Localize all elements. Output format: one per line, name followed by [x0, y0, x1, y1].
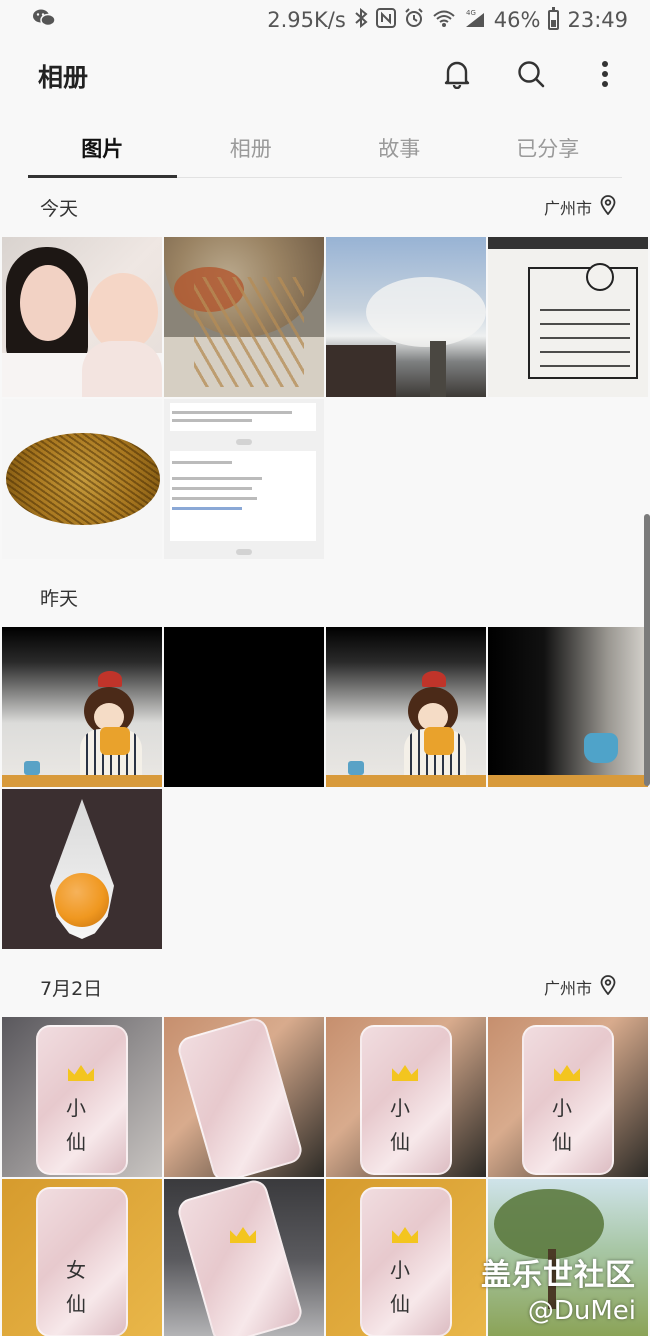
photo-thumbnail[interactable]: [2, 399, 162, 559]
svg-text:4G: 4G: [466, 9, 476, 17]
more-vert-icon: [601, 60, 609, 92]
photo-thumbnail[interactable]: 小仙: [488, 1017, 648, 1177]
location-pin-icon: [600, 195, 616, 219]
case-text: 仙: [552, 1130, 572, 1154]
location-label: 广州市: [543, 979, 592, 998]
wifi-icon: [432, 8, 456, 33]
watermark: 盖乐世社区 @DuMei: [481, 1250, 636, 1326]
case-text: 小: [66, 1096, 86, 1120]
battery-icon: [548, 7, 560, 30]
status-bar: 2.95K/s 4G 46% 23:49: [0, 0, 650, 40]
section-header-yesterday: 昨天: [0, 572, 650, 622]
case-text: 小: [552, 1096, 572, 1120]
clock: 23:49: [567, 8, 628, 32]
wechat-icon: [32, 8, 56, 32]
case-text: 小: [390, 1096, 410, 1120]
photo-thumbnail[interactable]: 小仙: [2, 1017, 162, 1177]
bell-icon: [443, 59, 471, 93]
case-text: 仙: [390, 1292, 410, 1316]
photo-thumbnail[interactable]: 小仙: [326, 1017, 486, 1177]
photo-thumbnail[interactable]: [488, 627, 648, 787]
nfc-icon: [375, 7, 396, 33]
signal-icon: 4G: [464, 8, 486, 33]
search-button[interactable]: [504, 49, 558, 103]
search-icon: [516, 59, 546, 93]
more-options-button[interactable]: [578, 49, 632, 103]
case-text: 仙: [390, 1130, 410, 1154]
photo-thumbnail[interactable]: 小仙: [326, 1179, 486, 1336]
bluetooth-icon: [354, 7, 368, 32]
page-title: 相册: [38, 63, 89, 92]
section-location[interactable]: 广州市: [544, 195, 616, 219]
photo-grid-yesterday: [2, 627, 648, 949]
watermark-brand: 盖乐世社区: [481, 1258, 636, 1293]
location-label: 广州市: [543, 199, 592, 218]
section-header-jul-2: 7月2日 广州市: [0, 962, 650, 1012]
photo-thumbnail[interactable]: [164, 237, 324, 397]
photo-thumbnail[interactable]: 女仙: [2, 1179, 162, 1336]
section-date: 昨天: [40, 587, 79, 610]
alarm-icon: [404, 7, 424, 33]
photo-thumbnail[interactable]: [326, 237, 486, 397]
battery-percent: 46%: [493, 8, 541, 32]
watermark-user: @DuMei: [527, 1296, 636, 1326]
case-text: 仙: [66, 1130, 86, 1154]
photo-thumbnail[interactable]: [164, 1179, 324, 1336]
photo-thumbnail[interactable]: [488, 237, 648, 397]
tab-stories[interactable]: 故事: [325, 118, 474, 177]
case-text: 小: [390, 1258, 410, 1282]
photo-thumbnail[interactable]: [2, 789, 162, 949]
photo-thumbnail[interactable]: [164, 399, 324, 559]
photo-thumbnail[interactable]: [326, 627, 486, 787]
photo-thumbnail[interactable]: [2, 237, 162, 397]
notifications-button[interactable]: [430, 49, 484, 103]
photo-grid-today: [2, 237, 648, 559]
tab-albums[interactable]: 相册: [177, 118, 326, 177]
tab-shared[interactable]: 已分享: [474, 118, 623, 177]
network-speed: 2.95K/s: [267, 8, 346, 32]
section-location[interactable]: 广州市: [544, 975, 616, 999]
case-text: 女: [66, 1258, 86, 1282]
photo-thumbnail[interactable]: [164, 627, 324, 787]
case-text: 仙: [66, 1292, 86, 1316]
fast-scroll-handle[interactable]: [644, 514, 650, 786]
section-date: 今天: [40, 197, 79, 220]
photo-thumbnail[interactable]: [2, 627, 162, 787]
tab-pictures[interactable]: 图片: [28, 118, 177, 178]
photo-thumbnail[interactable]: [164, 1017, 324, 1177]
section-header-today: 今天 广州市: [0, 182, 650, 232]
app-header: 相册: [0, 44, 650, 108]
tab-bar: 图片 相册 故事 已分享: [28, 118, 622, 178]
location-pin-icon: [600, 975, 616, 999]
section-date: 7月2日: [40, 977, 103, 1000]
